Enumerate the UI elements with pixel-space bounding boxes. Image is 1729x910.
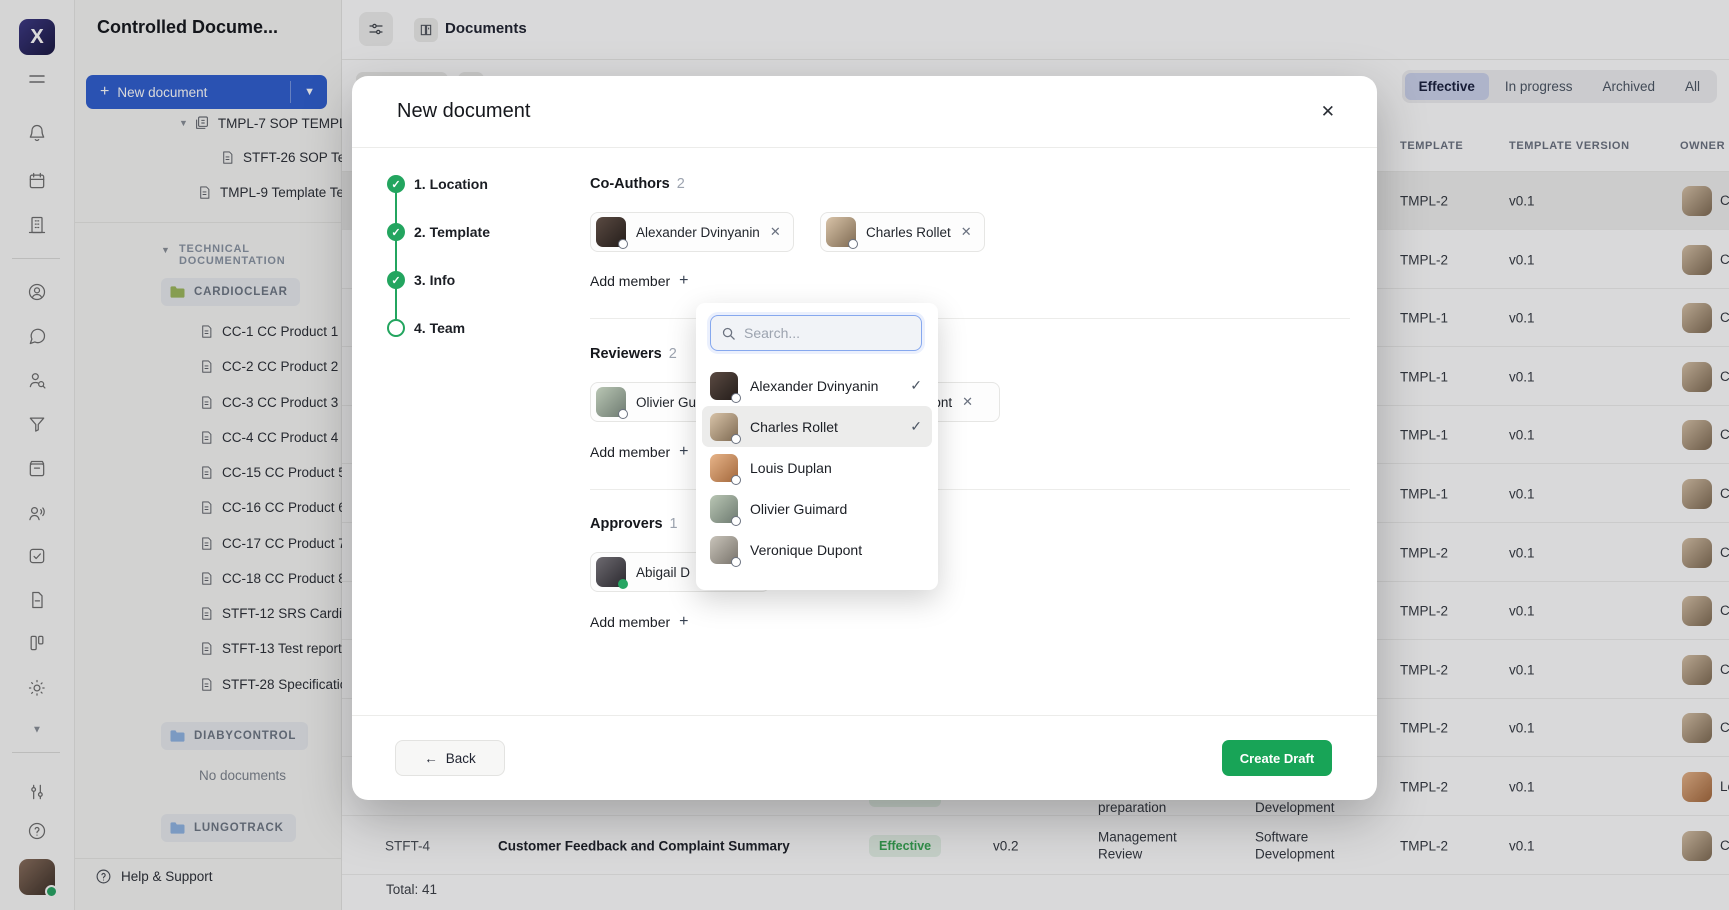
count: 2 (669, 346, 677, 362)
member-avatar (596, 557, 626, 587)
chip-alexander-dvinyanin[interactable]: Alexander Dvinyanin✕ (590, 212, 794, 252)
plus-icon: + (679, 443, 688, 461)
step-template[interactable]: ✓2. Template (387, 223, 490, 241)
check-icon: ✓ (387, 223, 405, 241)
step-team[interactable]: 4. Team (387, 319, 465, 337)
create-draft-button[interactable]: Create Draft (1222, 740, 1332, 776)
remove-icon[interactable]: ✕ (961, 224, 972, 240)
count: 1 (670, 516, 678, 532)
add-reviewer-button[interactable]: Add member+ (590, 443, 689, 461)
back-button[interactable]: ←Back (395, 740, 505, 776)
member-avatar (596, 217, 626, 247)
close-icon[interactable]: ✕ (1321, 102, 1335, 122)
plus-icon: + (679, 613, 688, 631)
step-info[interactable]: ✓3. Info (387, 271, 455, 289)
member-option-alexander[interactable]: Alexander Dvinyanin✓ (702, 365, 932, 406)
member-avatar (710, 413, 738, 441)
modal-title: New document (397, 100, 530, 123)
member-avatar (710, 372, 738, 400)
member-avatar (710, 536, 738, 564)
current-step-circle (387, 319, 405, 337)
check-icon: ✓ (910, 377, 922, 394)
member-avatar (710, 495, 738, 523)
remove-icon[interactable]: ✕ (962, 394, 973, 410)
step-location[interactable]: ✓1. Location (387, 175, 488, 193)
add-approver-button[interactable]: Add member+ (590, 613, 689, 631)
member-avatar (710, 454, 738, 482)
count: 2 (677, 176, 685, 192)
check-icon: ✓ (387, 175, 405, 193)
app-window: X ▼ (0, 0, 1729, 910)
member-option-louis[interactable]: Louis Duplan (702, 447, 932, 488)
arrow-left-icon: ← (424, 751, 438, 766)
remove-icon[interactable]: ✕ (770, 224, 781, 240)
reviewers-label: Reviewers2 (590, 346, 677, 362)
search-input[interactable] (744, 325, 904, 341)
approvers-label: Approvers1 (590, 516, 678, 532)
search-icon (721, 326, 736, 341)
member-option-veronique[interactable]: Veronique Dupont (702, 529, 932, 570)
member-select-dropdown: Alexander Dvinyanin✓ Charles Rollet✓ Lou… (696, 303, 938, 590)
check-icon: ✓ (387, 271, 405, 289)
member-list: Alexander Dvinyanin✓ Charles Rollet✓ Lou… (702, 365, 932, 570)
member-search[interactable] (710, 315, 922, 351)
check-icon: ✓ (910, 418, 922, 435)
plus-icon: + (679, 272, 688, 290)
co-authors-label: Co-Authors2 (590, 176, 685, 192)
member-avatar (596, 387, 626, 417)
add-co-author-button[interactable]: Add member+ (590, 272, 689, 290)
member-avatar (826, 217, 856, 247)
member-option-olivier[interactable]: Olivier Guimard (702, 488, 932, 529)
chip-charles-rollet[interactable]: Charles Rollet✕ (820, 212, 985, 252)
member-option-charles[interactable]: Charles Rollet✓ (702, 406, 932, 447)
